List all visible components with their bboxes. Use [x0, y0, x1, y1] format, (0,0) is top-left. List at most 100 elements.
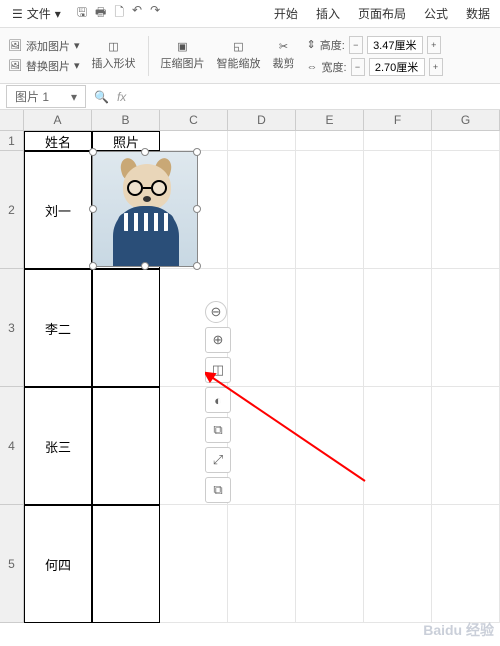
save-icon[interactable]: 🖫 — [77, 3, 87, 24]
col-header[interactable]: G — [432, 110, 500, 130]
grid: 1 姓名 照片 2 刘一 3 李二 — [0, 131, 500, 623]
shapes-icon: ◫ — [108, 40, 118, 53]
width-input[interactable] — [369, 58, 425, 76]
tab-insert[interactable]: 插入 — [310, 1, 346, 26]
cell[interactable] — [92, 387, 160, 505]
col-header[interactable]: C — [160, 110, 228, 130]
watermark: Baidu 经验 — [423, 620, 494, 640]
height-input[interactable] — [367, 36, 423, 54]
compress-icon: ▣ — [177, 40, 187, 53]
file-menu-button[interactable]: ☰ 文件 ▾ — [4, 5, 69, 22]
col-header[interactable]: F — [364, 110, 432, 130]
resize-handle[interactable] — [193, 262, 201, 270]
width-icon: ⇔ — [307, 61, 318, 73]
resize-handle[interactable] — [141, 148, 149, 156]
cell[interactable]: 刘一 — [24, 151, 92, 269]
cell[interactable]: 照片 — [92, 131, 160, 151]
column-headers: A B C D E F G — [0, 110, 500, 131]
chevron-down-icon: ▾ — [71, 90, 77, 104]
select-all-corner[interactable] — [0, 110, 24, 130]
row-header[interactable]: 1 — [0, 131, 24, 151]
hamburger-icon: ☰ — [12, 7, 23, 21]
cell[interactable] — [92, 505, 160, 623]
row-header[interactable]: 4 — [0, 387, 24, 505]
row-header[interactable]: 2 — [0, 151, 24, 269]
idea-button[interactable]: ◐ — [205, 387, 231, 413]
zoom-icon[interactable]: 🔍 — [94, 90, 109, 104]
cell[interactable] — [228, 131, 296, 151]
dog-photo — [93, 152, 197, 266]
cell[interactable] — [296, 151, 364, 269]
cell[interactable] — [296, 131, 364, 151]
file-label: 文件 — [27, 5, 51, 22]
cell[interactable] — [228, 387, 296, 505]
cell[interactable] — [228, 151, 296, 269]
preview-icon[interactable]: 🗋 — [114, 3, 124, 24]
cell[interactable]: 姓名 — [24, 131, 92, 151]
cell[interactable] — [364, 387, 432, 505]
copy-float-button[interactable]: ⧉ — [205, 417, 231, 443]
tab-formula[interactable]: 公式 — [418, 1, 454, 26]
redo-icon[interactable]: ↷ — [150, 3, 160, 24]
undo-icon[interactable]: ↶ — [132, 3, 142, 24]
cell[interactable] — [432, 131, 500, 151]
replace-image-button[interactable]: 🖼 替换图片 ▾ — [8, 58, 80, 74]
insert-shape-button[interactable]: ◫ 插入形状 — [92, 40, 136, 71]
cell[interactable]: 张三 — [24, 387, 92, 505]
crop-button[interactable]: ✂ 裁剪 — [273, 40, 295, 71]
fx-label: fx — [117, 90, 126, 104]
crop-float-button[interactable]: ◫ — [205, 357, 231, 383]
height-plus-button[interactable]: + — [427, 36, 441, 54]
cell[interactable] — [296, 269, 364, 387]
cell[interactable] — [228, 269, 296, 387]
print-icon[interactable]: 🖶 — [95, 3, 106, 24]
resize-handle[interactable] — [193, 205, 201, 213]
resize-handle[interactable] — [89, 148, 97, 156]
height-icon: ⇕ — [307, 38, 316, 51]
collapse-button[interactable]: ⊖ — [205, 301, 227, 323]
cell[interactable] — [364, 505, 432, 623]
compress-image-button[interactable]: ▣ 压缩图片 — [161, 40, 205, 71]
resize-handle[interactable] — [89, 205, 97, 213]
cell[interactable] — [160, 505, 228, 623]
add-image-button[interactable]: 🖼 添加图片 ▾ — [8, 38, 80, 54]
height-minus-button[interactable]: − — [349, 36, 363, 54]
smart-zoom-button[interactable]: ◱ 智能缩放 — [217, 40, 261, 71]
cell[interactable] — [296, 387, 364, 505]
cell[interactable] — [92, 269, 160, 387]
smart-zoom-icon: ◱ — [233, 40, 243, 53]
expand-button[interactable]: ⤢ — [205, 447, 231, 473]
tab-data[interactable]: 数据 — [460, 1, 496, 26]
cell[interactable] — [432, 505, 500, 623]
resize-handle[interactable] — [89, 262, 97, 270]
paste-float-button[interactable]: ⧉ — [205, 477, 231, 503]
col-header[interactable]: D — [228, 110, 296, 130]
cell[interactable] — [364, 151, 432, 269]
col-header[interactable]: E — [296, 110, 364, 130]
cell[interactable]: 何四 — [24, 505, 92, 623]
col-header[interactable]: A — [24, 110, 92, 130]
name-box[interactable]: 图片 1 ▾ — [6, 85, 86, 108]
height-label: 高度: — [320, 37, 345, 53]
row-header[interactable]: 5 — [0, 505, 24, 623]
cell[interactable]: 李二 — [24, 269, 92, 387]
cell[interactable] — [432, 269, 500, 387]
selected-image[interactable] — [92, 151, 198, 267]
width-plus-button[interactable]: + — [429, 58, 443, 76]
menubar: ☰ 文件 ▾ 🖫 🖶 🗋 ↶ ↷ 开始 插入 页面布局 公式 数据 — [0, 0, 500, 28]
cell[interactable] — [432, 151, 500, 269]
cell[interactable] — [296, 505, 364, 623]
cell[interactable] — [364, 269, 432, 387]
cell[interactable] — [364, 131, 432, 151]
cell[interactable] — [432, 387, 500, 505]
tab-start[interactable]: 开始 — [268, 1, 304, 26]
zoom-button[interactable]: ⊕ — [205, 327, 231, 353]
resize-handle[interactable] — [141, 262, 149, 270]
row-header[interactable]: 3 — [0, 269, 24, 387]
width-label: 宽度: — [322, 59, 347, 75]
col-header[interactable]: B — [92, 110, 160, 130]
resize-handle[interactable] — [193, 148, 201, 156]
width-minus-button[interactable]: − — [351, 58, 365, 76]
cell[interactable] — [228, 505, 296, 623]
tab-page-layout[interactable]: 页面布局 — [352, 1, 412, 26]
